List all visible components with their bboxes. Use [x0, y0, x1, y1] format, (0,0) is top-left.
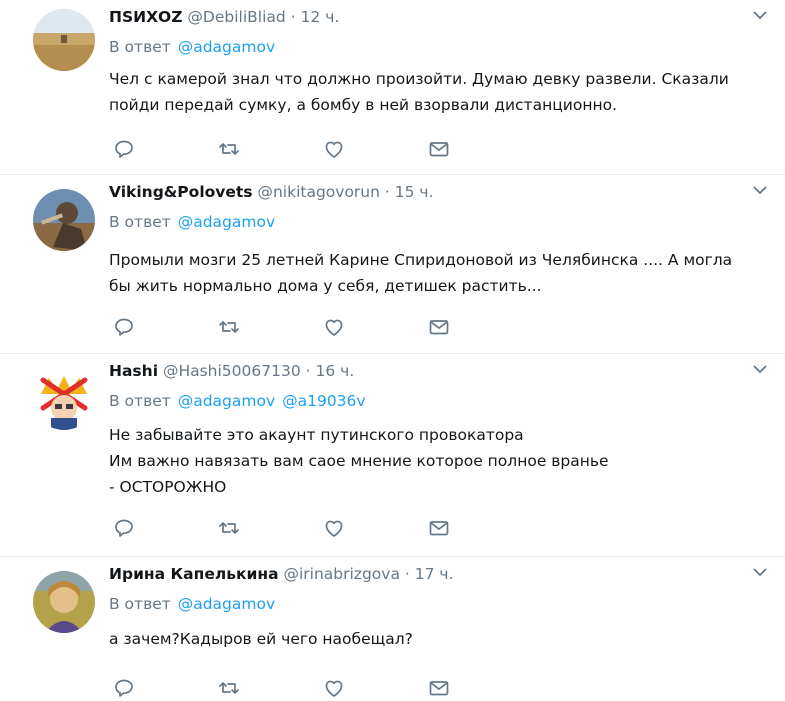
reply-icon[interactable]	[113, 677, 135, 699]
retweet-icon[interactable]	[218, 677, 240, 699]
tweet-actions	[113, 517, 453, 539]
tweet-text-line: а зачем?Кадыров ей чего наобещал?	[109, 630, 413, 648]
tweet-text-line: Не забывайте это акаунт путинского прово…	[109, 426, 524, 444]
direct-message-icon[interactable]	[428, 138, 450, 160]
direct-message-icon[interactable]	[428, 517, 450, 539]
reply-label: В ответ	[109, 595, 171, 613]
tweet-timestamp[interactable]: 16 ч.	[316, 362, 355, 380]
reply-context: В ответ @adagamov	[109, 38, 275, 56]
mention-link[interactable]: @adagamov	[178, 213, 275, 231]
chevron-down-icon[interactable]	[753, 567, 767, 577]
tweet-text: Чел с камерой знал что должно произойти.…	[109, 66, 729, 118]
tweet[interactable]: ПSИХОZ @DebiliBliad · 12 ч. В ответ @ada…	[0, 0, 785, 175]
chevron-down-icon[interactable]	[753, 185, 767, 195]
tweet-actions	[113, 138, 453, 160]
author-handle[interactable]: @DebiliBliad	[187, 8, 285, 26]
tweet-actions	[113, 677, 453, 699]
like-icon[interactable]	[323, 316, 345, 338]
reply-label: В ответ	[109, 392, 171, 410]
reply-label: В ответ	[109, 213, 171, 231]
tweet-text-line: пойди передай сумку, а бомбу в ней взорв…	[109, 96, 617, 114]
tweet-text: Не забывайте это акаунт путинского прово…	[109, 422, 609, 500]
tweet-text-line: Промыли мозги 25 летней Карине Спиридоно…	[109, 251, 733, 269]
mention-link[interactable]: @adagamov	[178, 595, 275, 613]
reply-icon[interactable]	[113, 138, 135, 160]
tweet-actions	[113, 316, 453, 338]
tweet[interactable]: Ирина Капелькина @irinabrizgova · 17 ч. …	[0, 557, 785, 701]
reply-context: В ответ @adagamov @a19036v	[109, 392, 366, 410]
tweet-text-line: - ОСТОРОЖНО	[109, 478, 227, 496]
chevron-down-icon[interactable]	[753, 364, 767, 374]
avatar[interactable]	[33, 189, 95, 251]
direct-message-icon[interactable]	[428, 677, 450, 699]
like-icon[interactable]	[323, 677, 345, 699]
author-handle[interactable]: @nikitagovorun	[257, 183, 380, 201]
reply-context: В ответ @adagamov	[109, 213, 275, 231]
author-name[interactable]: Ирина Капелькина	[109, 565, 279, 583]
reply-label: В ответ	[109, 38, 171, 56]
tweet-text: а зачем?Кадыров ей чего наобещал?	[109, 626, 413, 652]
tweet-timestamp[interactable]: 17 ч.	[415, 565, 454, 583]
separator-dot: ·	[305, 362, 311, 380]
reply-icon[interactable]	[113, 517, 135, 539]
like-icon[interactable]	[323, 517, 345, 539]
tweet-text-line: Им важно навязать вам саое мнение которо…	[109, 452, 609, 470]
author-name[interactable]: Viking&Polovets	[109, 183, 253, 201]
author-handle[interactable]: @irinabrizgova	[283, 565, 399, 583]
tweet-text: Промыли мозги 25 летней Карине Спиридоно…	[109, 247, 732, 299]
mention-link[interactable]: @adagamov	[178, 38, 275, 56]
mention-link[interactable]: @adagamov	[178, 392, 275, 410]
author-handle[interactable]: @Hashi50067130	[163, 362, 301, 380]
author-name[interactable]: ПSИХОZ	[109, 8, 182, 26]
tweet-text-line: бы жить нормально дома у себя, детишек р…	[109, 277, 542, 295]
retweet-icon[interactable]	[218, 138, 240, 160]
avatar[interactable]	[33, 571, 95, 633]
reply-icon[interactable]	[113, 316, 135, 338]
tweet[interactable]: Viking&Polovets @nikitagovorun · 15 ч. В…	[0, 175, 785, 354]
author-name[interactable]: Hashi	[109, 362, 158, 380]
like-icon[interactable]	[323, 138, 345, 160]
tweet-text-line: Чел с камерой знал что должно произойти.…	[109, 70, 729, 88]
tweet-timestamp[interactable]: 15 ч.	[395, 183, 434, 201]
chevron-down-icon[interactable]	[753, 10, 767, 20]
separator-dot: ·	[384, 183, 390, 201]
reply-context: В ответ @adagamov	[109, 595, 275, 613]
tweet-timestamp[interactable]: 12 ч.	[301, 8, 340, 26]
avatar[interactable]	[33, 368, 95, 430]
tweet[interactable]: Hashi @Hashi50067130 · 16 ч. В ответ @ad…	[0, 354, 785, 557]
direct-message-icon[interactable]	[428, 316, 450, 338]
avatar[interactable]	[33, 9, 95, 71]
separator-dot: ·	[404, 565, 410, 583]
mention-link[interactable]: @a19036v	[282, 392, 365, 410]
retweet-icon[interactable]	[218, 517, 240, 539]
separator-dot: ·	[290, 8, 296, 26]
retweet-icon[interactable]	[218, 316, 240, 338]
